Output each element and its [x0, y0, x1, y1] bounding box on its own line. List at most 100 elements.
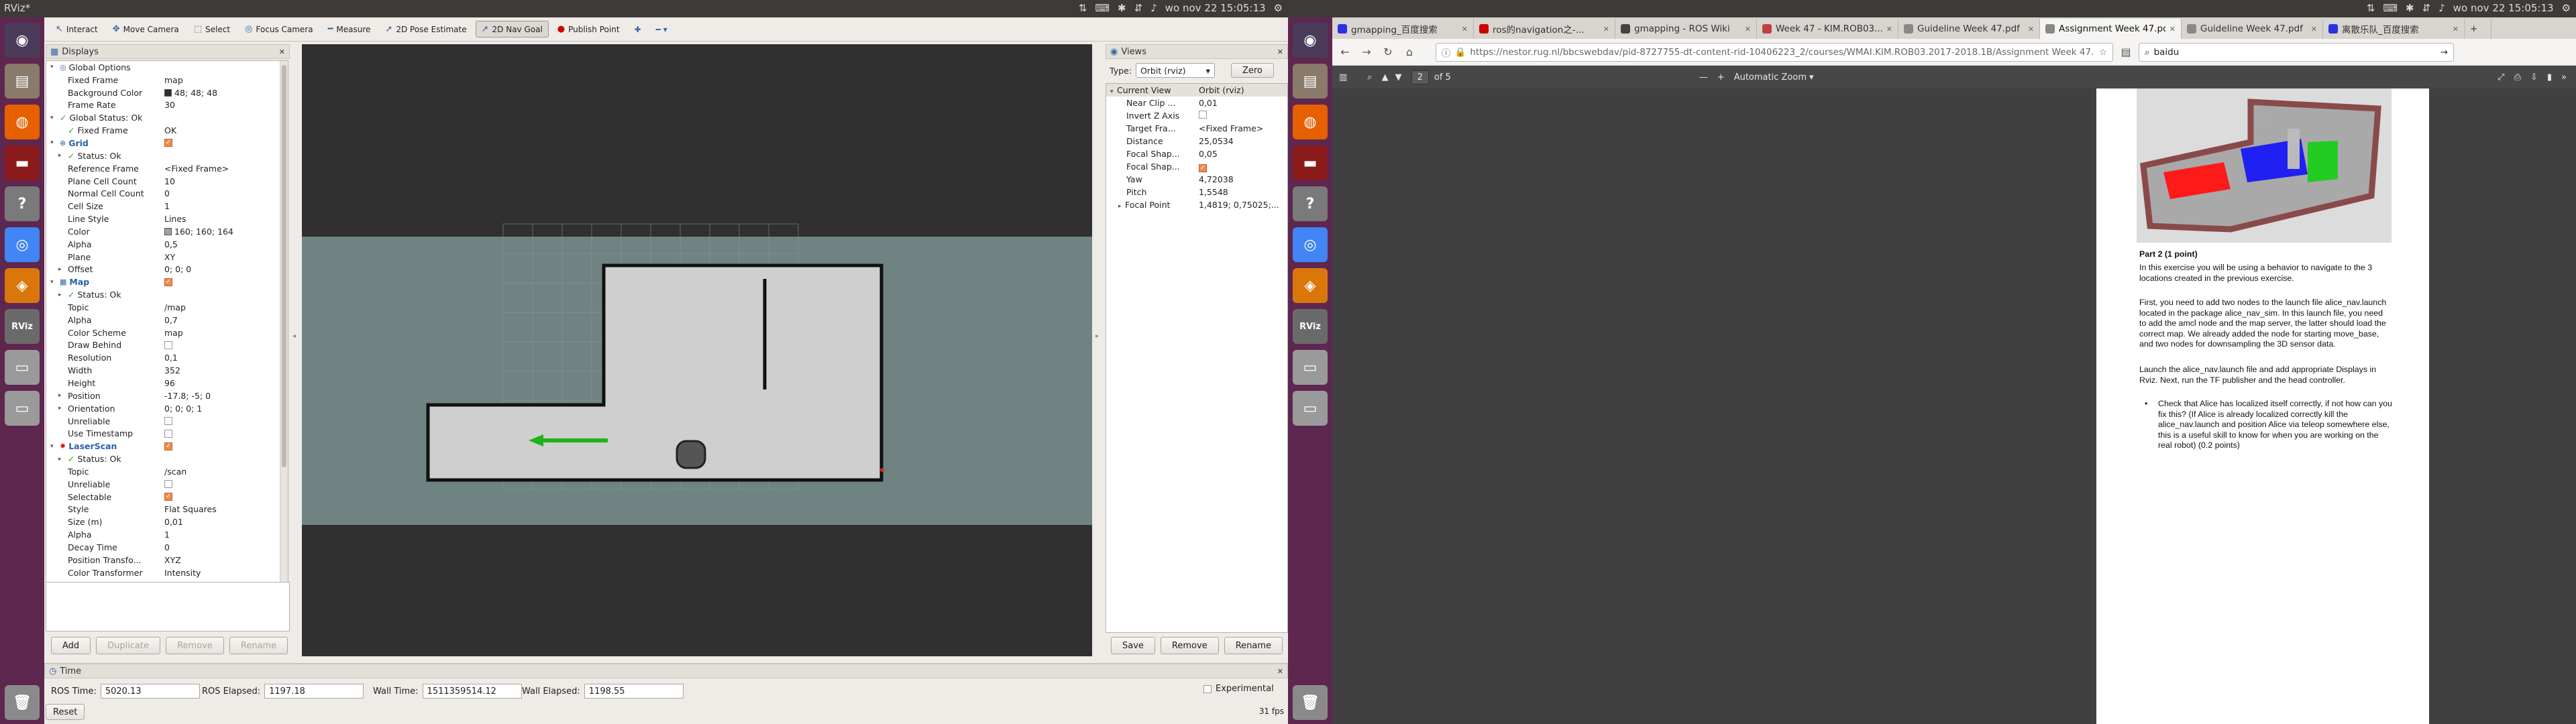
display-row[interactable]: Alpha 0,7 — [46, 314, 288, 326]
display-row[interactable]: Normal Cell Count 0 — [46, 187, 288, 200]
display-checkbox[interactable]: ✓ — [164, 493, 172, 501]
rename-view-button[interactable]: Rename — [1224, 637, 1283, 654]
view-property-row[interactable]: Near Clip ... 0,01 — [1106, 97, 1287, 109]
dash-icon[interactable]: ◉ — [5, 23, 40, 58]
help-icon[interactable]: ? — [1293, 186, 1328, 221]
display-row-value[interactable]: XY — [164, 252, 175, 262]
view-property-value[interactable]: ✓ — [1199, 162, 1207, 172]
browser-tab[interactable]: Week 47 - KIM.ROB03... ✕ — [1757, 19, 1898, 39]
view-property-row[interactable]: Pitch 1,5548 — [1106, 186, 1287, 198]
view-property-row[interactable]: Focal Shap... 0,05 — [1106, 147, 1287, 160]
display-row-value[interactable]: -17.8; -5; 0 — [164, 391, 211, 401]
display-row[interactable]: ▸ ✓ Status: Ok — [46, 288, 288, 301]
fullscreen-icon[interactable]: ⤢ — [2498, 72, 2504, 82]
save-view-button[interactable]: Save — [1111, 637, 1155, 654]
tool-select-button[interactable]: ⬚ Select — [188, 21, 236, 38]
view-property-value[interactable]: 25,0534 — [1199, 136, 1234, 146]
tab-close-icon[interactable]: ✕ — [2169, 25, 2176, 34]
pdf-viewer[interactable]: Part 2 (1 point) In this exercise you wi… — [1332, 88, 2576, 724]
display-checkbox[interactable] — [164, 417, 172, 426]
terminal-icon[interactable]: ▬ — [1293, 145, 1328, 180]
display-row-value[interactable]: 0; 0; 0; 1 — [164, 404, 202, 414]
reader-icon[interactable]: ▤ — [2117, 44, 2135, 61]
drive2-icon[interactable]: ▭ — [5, 391, 40, 426]
print-icon[interactable]: ⎙ — [2514, 72, 2521, 82]
display-row-value[interactable]: map — [164, 328, 183, 338]
view-property-value[interactable]: 0,01 — [1199, 98, 1218, 108]
display-row[interactable]: Topic/map — [46, 301, 288, 314]
view-property-value[interactable] — [1199, 111, 1207, 121]
view-property-row[interactable]: ▸ Focal Point 1,4819; 0,75025;... — [1106, 198, 1287, 211]
display-row[interactable]: ▾ ▦ Map ✓ — [46, 276, 288, 288]
browser-tab[interactable]: Guideline Week 47.pdf ✕ — [2182, 19, 2323, 39]
browser-tab[interactable]: gmapping - ROS Wiki ✕ — [1615, 19, 1757, 39]
experimental-checkbox[interactable] — [1203, 684, 1212, 693]
expand-arrow-icon[interactable]: ▾ — [50, 115, 57, 121]
display-row[interactable]: Plane Cell Count 10 — [46, 175, 288, 188]
view-property-row[interactable]: Distance 25,0534 — [1106, 135, 1287, 147]
tool-interact-button[interactable]: ↖ Interact — [50, 21, 104, 38]
address-bar[interactable]: ⓘ 🔒 https://nestor.rug.nl/bbcswebdav/pid… — [1436, 42, 2113, 62]
tool-measure-button[interactable]: ━ Measure — [322, 21, 377, 38]
volume-icon[interactable]: ♪ — [1150, 2, 1157, 14]
view-checkbox[interactable] — [1199, 111, 1207, 119]
displays-scrollbar[interactable] — [280, 61, 288, 587]
zero-button[interactable]: Zero — [1230, 63, 1274, 78]
ros-elapsed-input[interactable]: 1197.18 — [264, 684, 364, 699]
dropbox-icon[interactable]: ⇅ — [2367, 2, 2375, 14]
display-checkbox[interactable]: ✓ — [164, 139, 172, 147]
display-row-value[interactable]: 0,01 — [164, 517, 183, 527]
new-tab-button[interactable]: + — [2465, 19, 2491, 39]
expand-arrow-icon[interactable]: ▸ — [58, 392, 65, 399]
expand-arrow-icon[interactable]: ▸ — [58, 292, 65, 298]
wall-time-input[interactable]: 1511359514.12 — [422, 684, 522, 699]
trash-icon[interactable]: 🗑 — [1293, 685, 1328, 720]
display-row[interactable]: Selectable ✓ — [46, 491, 288, 503]
search-go-icon[interactable]: → — [2440, 47, 2448, 58]
close-time-icon[interactable]: ✕ — [1277, 667, 1283, 676]
add-tool-icon[interactable]: ✚ — [629, 21, 647, 38]
duplicate-display-button[interactable]: Duplicate — [96, 637, 161, 654]
display-row-value[interactable]: /map — [164, 302, 186, 312]
remove-view-button[interactable]: Remove — [1160, 637, 1219, 654]
expand-arrow-icon[interactable]: ▾ — [50, 139, 57, 146]
display-row[interactable]: ▾ ✓ Global Status: Ok — [46, 111, 288, 124]
display-checkbox[interactable]: ✓ — [164, 442, 172, 450]
settings-gear-icon[interactable]: ⚙ — [2562, 2, 2571, 14]
display-row-value[interactable]: Lines — [164, 214, 186, 224]
firefox-icon[interactable]: ◍ — [1293, 105, 1328, 139]
display-row-value[interactable]: map — [164, 75, 183, 85]
display-row-value[interactable]: 0 — [164, 542, 170, 552]
browser-tab[interactable]: 离散乐队_百度搜索 ✕ — [2323, 19, 2465, 39]
display-row[interactable]: Color Scheme map — [46, 326, 288, 339]
map-render[interactable] — [302, 44, 1092, 656]
zoom-select[interactable]: Automatic Zoom — [1734, 72, 1807, 82]
display-row[interactable]: Fixed Frame map — [46, 74, 288, 86]
display-row-value[interactable]: 0,5 — [164, 239, 178, 249]
tool-publish-point-button[interactable]: ● Publish Point — [551, 21, 626, 38]
display-checkbox[interactable] — [164, 480, 172, 489]
display-row[interactable]: Size (m) 0,01 — [46, 516, 288, 528]
sidebar-toggle-icon[interactable]: ▥ — [1339, 72, 1347, 82]
display-row-value[interactable]: 48; 48; 48 — [164, 88, 217, 98]
display-row[interactable]: Unreliable — [46, 478, 288, 491]
volume-icon[interactable]: ♪ — [2438, 2, 2445, 14]
bookmark-icon[interactable]: ▮ — [2547, 72, 2552, 82]
display-row-value[interactable]: Intensity — [164, 568, 201, 578]
display-row-value[interactable]: ✓ — [164, 442, 175, 450]
display-row[interactable]: ▾ ✸ LaserScan ✓ — [46, 440, 288, 452]
drive-icon[interactable]: ▭ — [1293, 350, 1328, 385]
bookmark-star-icon[interactable]: ☆ — [2099, 47, 2107, 58]
splitter-handle-right[interactable]: ▸ — [1095, 333, 1099, 353]
terminal-icon[interactable]: ▬ — [5, 145, 40, 180]
display-row[interactable]: Line Style Lines — [46, 213, 288, 225]
tools-icon[interactable]: » — [2561, 72, 2567, 82]
display-row[interactable]: Draw Behind — [46, 339, 288, 352]
rviz-icon[interactable]: RViz — [1293, 309, 1328, 344]
display-row-value[interactable]: XYZ — [164, 555, 181, 565]
display-row-value[interactable] — [164, 429, 175, 438]
display-checkbox[interactable] — [164, 429, 172, 438]
clock[interactable]: wo nov 22 15:05:13 — [1165, 2, 1266, 14]
next-page-icon[interactable]: ▼ — [1395, 72, 1402, 82]
drive2-icon[interactable]: ▭ — [1293, 391, 1328, 426]
